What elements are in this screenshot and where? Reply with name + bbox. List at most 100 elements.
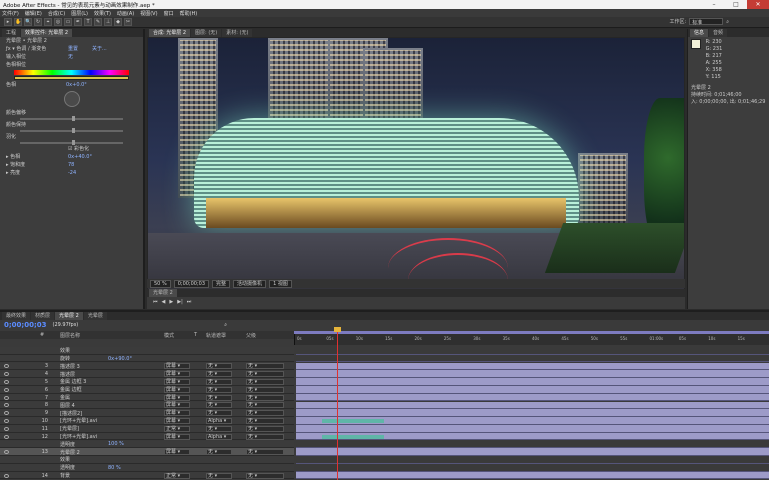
layer-row[interactable]: 14 背景 正常 ▾ 无 ▾ 无 ▾ (0, 471, 769, 480)
layer-duration-bar[interactable] (296, 471, 769, 480)
close-button[interactable]: ✕ (747, 0, 769, 9)
parent-dropdown[interactable]: 无 ▾ (246, 363, 284, 370)
property-value[interactable]: 80 % (108, 465, 121, 471)
timeline-tab[interactable]: 光晕层 (83, 312, 107, 320)
play-icon[interactable]: ▶ (169, 299, 173, 305)
parent-dropdown[interactable]: 无 ▾ (246, 371, 284, 378)
tool-button[interactable]: ✋ (14, 18, 22, 26)
checkbox-icon[interactable]: ☑ (68, 146, 72, 152)
viewer-option[interactable]: 0;00;00;03 (173, 279, 210, 288)
layer-row[interactable]: 5 金属 边框 3 屏幕 ▾ 无 ▾ 无 ▾ (0, 378, 769, 386)
tab-composition[interactable]: 合成: 光晕层 2 (149, 29, 191, 37)
mode-dropdown[interactable]: 屏幕 ▾ (164, 417, 190, 424)
parent-dropdown[interactable]: 无 ▾ (246, 433, 284, 440)
parent-dropdown[interactable]: 无 ▾ (246, 417, 284, 424)
current-time[interactable]: 0;00;00;03 (4, 321, 47, 329)
mode-dropdown[interactable]: 屏幕 ▾ (164, 378, 190, 385)
menu-item[interactable]: 图层(L) (71, 10, 88, 17)
mode-dropdown[interactable]: 屏幕 ▾ (164, 371, 190, 378)
tool-button[interactable]: ↻ (34, 18, 42, 26)
parent-dropdown[interactable]: 无 ▾ (246, 378, 284, 385)
param-value[interactable]: 无 (68, 53, 73, 61)
menu-item[interactable]: 合成(C) (48, 10, 65, 17)
track-matte-dropdown[interactable]: 无 ▾ (206, 402, 232, 409)
tab-timeline-view[interactable]: 光晕层 2 (149, 289, 177, 297)
feather-slider[interactable] (20, 140, 123, 145)
playhead-handle[interactable] (334, 327, 341, 332)
viewer-option[interactable]: 50 % (150, 279, 171, 288)
col-layer-name[interactable]: 图层名称 (60, 332, 80, 339)
mode-dropdown[interactable]: 屏幕 ▾ (164, 386, 190, 393)
tool-button[interactable]: ▭ (64, 18, 72, 26)
layer-row[interactable]: 13 光晕层 2 屏幕 ▾ 无 ▾ 无 ▾ (0, 448, 769, 456)
tool-button[interactable]: ⌖ (44, 18, 52, 26)
layer-duration-bar[interactable] (296, 425, 769, 433)
colorize-checkbox-row[interactable]: ☑ 彩色化 (0, 145, 143, 153)
mode-dropdown[interactable]: 屏幕 ▾ (164, 410, 190, 417)
layer-duration-bar[interactable] (296, 378, 769, 386)
mode-dropdown[interactable]: 正常 ▾ (164, 472, 190, 479)
parent-dropdown[interactable]: 无 ▾ (246, 410, 284, 417)
property-row[interactable]: 旋转 0x+90.0° (0, 354, 769, 363)
param-value[interactable]: 78 (68, 161, 74, 169)
property-row[interactable]: 透明度 100 % (0, 440, 769, 449)
layer-duration-bar[interactable] (296, 362, 769, 371)
fx-icon[interactable]: ƒx ▾ (6, 46, 15, 52)
viewer-option[interactable]: 活动摄像机 (233, 279, 267, 288)
param-value[interactable]: 0x+40.0° (68, 153, 92, 161)
mode-dropdown[interactable]: 屏幕 ▾ (164, 402, 190, 409)
track-matte-dropdown[interactable]: 无 ▾ (206, 449, 232, 456)
parent-dropdown[interactable]: 无 ▾ (246, 394, 284, 401)
layer-row[interactable]: 11 [光晕层] 正常 ▾ 无 ▾ 无 ▾ (0, 425, 769, 433)
tab-project[interactable]: 工程 (2, 29, 21, 37)
mode-dropdown[interactable]: 屏幕 ▾ (164, 394, 190, 401)
menu-item[interactable]: 视图(V) (140, 10, 157, 17)
layer-duration-bar[interactable] (296, 393, 769, 402)
layer-row[interactable]: 6 金属 边框 屏幕 ▾ 无 ▾ 无 ▾ (0, 386, 769, 394)
eye-icon[interactable] (4, 418, 9, 423)
about-link[interactable]: 关于... (92, 45, 107, 53)
tab-audio[interactable]: 音频 (709, 29, 728, 37)
track-matte-dropdown[interactable]: 无 ▾ (206, 378, 232, 385)
track-matte-dropdown[interactable]: 无 ▾ (206, 394, 232, 401)
prev-frame-icon[interactable]: ◀ (162, 299, 166, 305)
first-frame-icon[interactable]: ⏮ (153, 299, 158, 305)
tool-button[interactable]: ✎ (94, 18, 102, 26)
eye-icon[interactable] (4, 379, 9, 384)
minimize-button[interactable]: – (703, 0, 725, 9)
param-value[interactable]: 0x+0.0° (66, 81, 87, 89)
track-matte-dropdown[interactable]: 无 ▾ (206, 472, 232, 479)
effect-header[interactable]: ƒx ▾ 色调 / 渐变色 重置 关于... (0, 45, 143, 53)
parent-dropdown[interactable]: 无 ▾ (246, 425, 284, 432)
layer-duration-bar[interactable] (296, 370, 769, 378)
mode-dropdown[interactable]: 屏幕 ▾ (164, 363, 190, 370)
menu-item[interactable]: 编辑(E) (25, 10, 42, 17)
layer-row[interactable]: 8 图层 4 屏幕 ▾ 无 ▾ 无 ▾ (0, 401, 769, 410)
reset-link[interactable]: 重置 (68, 45, 78, 53)
timeline-tab[interactable]: 光晕层 2 (55, 312, 83, 320)
layer-row[interactable]: 12 [光环+光晕].avi 屏幕 ▾ Alpha ▾ 无 ▾ (0, 432, 769, 441)
layer-duration-bar[interactable] (296, 401, 769, 410)
eye-icon[interactable] (4, 473, 9, 478)
search-icon[interactable]: ⌕ (224, 322, 227, 328)
viewer-option[interactable]: 1 视图 (269, 279, 292, 288)
layer-row[interactable]: 7 金属 屏幕 ▾ 无 ▾ 无 ▾ (0, 393, 769, 402)
tool-button[interactable]: ⊥ (104, 18, 112, 26)
track-matte-dropdown[interactable]: 无 ▾ (206, 425, 232, 432)
tool-button[interactable]: ▸ (4, 18, 12, 26)
tab-effect-controls[interactable]: 效果控件: 光晕层 2 (21, 29, 73, 37)
parent-dropdown[interactable]: 无 ▾ (246, 386, 284, 393)
track-matte-dropdown[interactable]: 无 ▾ (206, 363, 232, 370)
layer-duration-bar[interactable] (296, 386, 769, 394)
menu-item[interactable]: 文件(F) (2, 10, 19, 17)
track-matte-dropdown[interactable]: Alpha ▾ (206, 417, 232, 424)
eye-icon[interactable] (4, 395, 9, 400)
search-icon[interactable]: ⌕ (726, 19, 729, 25)
mode-dropdown[interactable]: 正常 ▾ (164, 425, 190, 432)
parent-dropdown[interactable]: 无 ▾ (246, 449, 284, 456)
property-row[interactable]: 效果 (0, 347, 769, 355)
maximize-button[interactable]: □ (725, 0, 747, 9)
menu-item[interactable]: 帮助(H) (180, 10, 198, 17)
menu-item[interactable]: 窗口 (164, 10, 174, 17)
param-value[interactable]: -24 (68, 169, 76, 177)
